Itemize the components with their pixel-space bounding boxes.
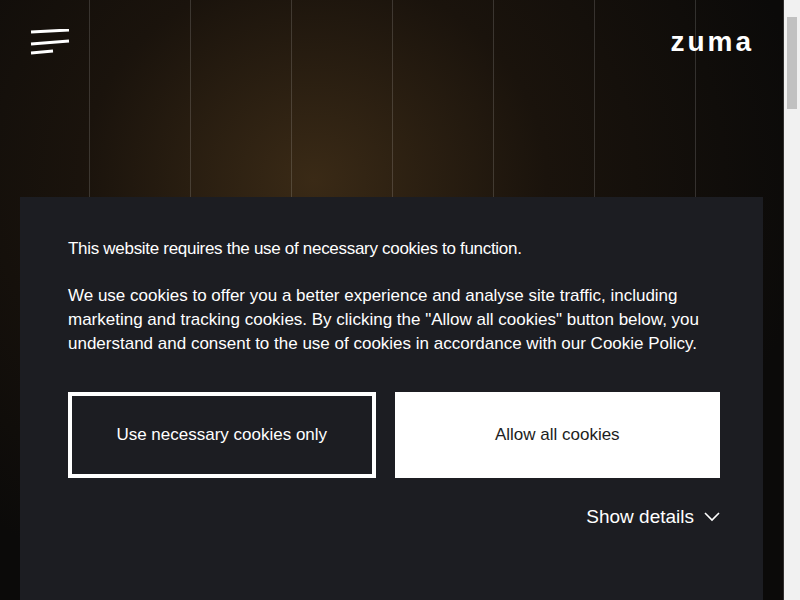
cookie-banner: This website requires the use of necessa… [20,197,763,600]
chevron-icon[interactable] [704,512,720,522]
show-details-label: Show details [586,504,694,530]
necessary-only-button[interactable]: Use necessary cookies only [68,392,376,478]
banner-title: This website requires the use of necessa… [68,237,720,261]
show-details-button[interactable]: Show details [586,504,720,530]
details-row: Show details [68,504,720,530]
allow-all-button[interactable]: Allow all cookies [395,392,720,478]
page: zuma This website requires the use of ne… [0,0,784,600]
button-label: Use necessary cookies only [116,424,327,446]
scrollbar[interactable] [784,0,800,600]
header: zuma [0,0,784,56]
logo[interactable]: zuma [670,28,754,56]
scrollbar-thumb[interactable] [787,17,797,109]
menu-icon[interactable] [30,29,70,55]
button-label: Allow all cookies [495,424,620,446]
banner-text: We use cookies to offer you a better exp… [68,284,720,356]
button-row: Use necessary cookies only Allow all cook… [68,392,720,478]
